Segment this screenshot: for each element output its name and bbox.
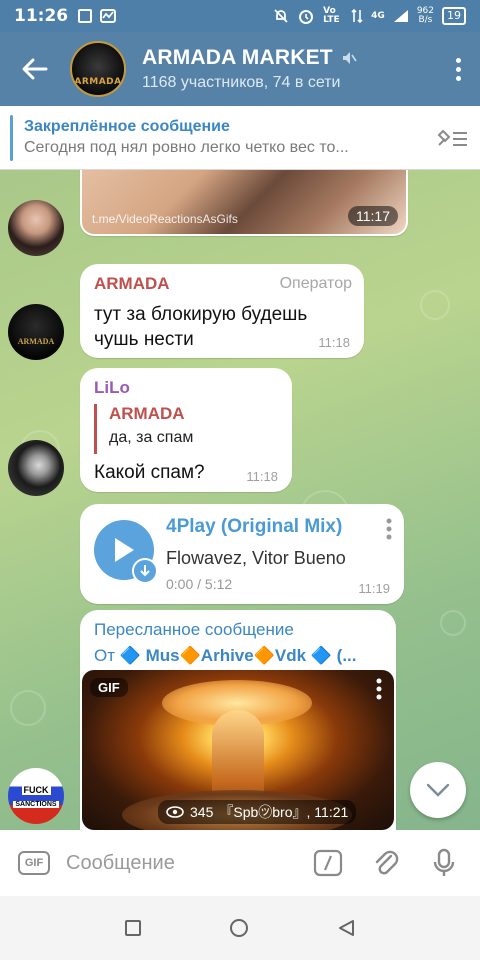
alarm-icon [299, 10, 314, 24]
message-text: тут за блокирую будешь чушь нести [94, 302, 307, 352]
sender-role-badge: Оператор [279, 275, 352, 292]
user-avatar-girl[interactable] [8, 200, 64, 256]
message-time: 11:18 [246, 469, 278, 484]
gif-menu-icon[interactable] [376, 678, 382, 700]
media-source: t.me/VideoReactionsAsGifs [92, 212, 238, 226]
system-nav-bar [0, 896, 480, 960]
armada-avatar-text: ARMADA [17, 337, 55, 346]
gif-badge: GIF [90, 678, 128, 697]
pinned-list-button[interactable] [424, 127, 480, 149]
status-bar: 11:26 Vo LTE 4G 962 B/s 19 [0, 0, 480, 32]
message-time: 11:19 [358, 581, 390, 596]
back-nav-icon[interactable] [337, 919, 355, 937]
download-button[interactable] [132, 558, 158, 584]
network-type: 4G [371, 11, 385, 21]
media-time: 11:17 [348, 206, 398, 226]
audio-menu-icon[interactable] [386, 518, 392, 540]
download-icon [140, 565, 150, 577]
eye-icon [166, 806, 184, 818]
net-speed-unit: B/s [418, 15, 433, 25]
message-text: Какой спам? [94, 462, 205, 483]
view-count: 345 [190, 804, 214, 820]
post-author-time: 『Spb㋡bro』, 11:21 [219, 804, 349, 820]
muted-icon [342, 52, 357, 64]
message-sender: ARMADA [94, 274, 170, 293]
avatar-line2: SANCTIONS [13, 800, 59, 808]
pinned-text: Сегодня под нял ровно легко четко вес то… [24, 139, 349, 156]
message-sender: LiLo [94, 378, 130, 397]
data-arrows-icon [351, 8, 363, 24]
chat-subtitle: 1168 участников, 74 в сети [142, 74, 341, 91]
reply-text: да, за спам [109, 429, 194, 446]
armada-avatar[interactable]: ARMADA [8, 304, 64, 360]
signal-icon [393, 10, 408, 22]
forwarded-from[interactable]: От 🔷 Mus🔶Arhive🔶Vdk 🔷 (... [94, 646, 357, 666]
chat-info[interactable]: ARMADA MARKET 1168 участников, 74 в сети [142, 46, 436, 92]
media-message[interactable]: t.me/VideoReactionsAsGifs 11:17 [80, 170, 408, 236]
more-menu-button[interactable] [436, 32, 480, 106]
home-button[interactable] [229, 919, 248, 937]
avatar-line1: FUCK [21, 784, 51, 795]
message-text-line2: чушь нести [94, 329, 194, 350]
status-time: 11:26 [14, 6, 69, 26]
gif-media[interactable]: GIF 345 『Spb㋡bro』, 11:21 [82, 670, 394, 830]
chat-avatar[interactable]: ARMADA [70, 41, 126, 97]
paperclip-icon [375, 850, 399, 875]
chat-avatar-text: ARMADA [74, 77, 122, 87]
voice-record-button[interactable] [422, 841, 466, 885]
message-time: 11:18 [318, 335, 350, 350]
net-speed: 962 B/s [417, 7, 434, 25]
battery-indicator: 19 [442, 7, 466, 25]
chat-title: ARMADA MARKET [142, 46, 333, 69]
message-input-bar: GIF Сообщение [0, 830, 480, 896]
volte-label: Vo LTE [323, 6, 340, 25]
gif-meta: 345 『Spb㋡bro』, 11:21 [158, 800, 357, 824]
audio-duration: 0:00 / 5:12 [166, 576, 233, 592]
back-button[interactable] [0, 32, 70, 106]
pinned-message[interactable]: Закреплённое сообщение Сегодня под нял р… [0, 106, 480, 170]
slash-command-icon [313, 849, 343, 877]
arrow-left-icon [22, 58, 48, 80]
play-icon [115, 538, 134, 562]
notification-icon [78, 9, 93, 23]
scroll-down-button[interactable] [410, 762, 466, 818]
chevron-down-icon [426, 783, 450, 797]
chat-header: ARMADA ARMADA MARKET 1168 участников, 74… [0, 32, 480, 106]
message-text-line1: тут за блокирую будешь [94, 304, 308, 325]
message-audio[interactable]: 4Play (Original Mix) Flowavez, Vitor Bue… [80, 504, 404, 604]
activity-icon [100, 9, 117, 23]
forwarded-label: Пересланное сообщение [94, 620, 294, 639]
attach-button[interactable] [364, 841, 408, 885]
sanctions-avatar[interactable]: FUCK SANCTIONS [8, 768, 64, 824]
message-armada[interactable]: ARMADA Оператор тут за блокирую будешь ч… [80, 264, 364, 358]
lilo-avatar[interactable] [8, 440, 64, 496]
message-input[interactable]: Сообщение [66, 852, 306, 875]
message-forwarded[interactable]: Пересланное сообщение От 🔷 Mus🔶Arhive🔶Vd… [80, 610, 396, 830]
gif-button[interactable]: GIF [18, 851, 50, 875]
forwarded-from-prefix: От [94, 646, 116, 665]
media-thumbnail[interactable]: t.me/VideoReactionsAsGifs 11:17 [82, 170, 406, 234]
forwarded-from-name: 🔷 Mus🔶Arhive🔶Vdk 🔷 (... [119, 646, 357, 665]
pinned-title: Закреплённое сообщение [24, 118, 230, 135]
pinned-accent-bar [10, 114, 13, 161]
pin-list-icon [437, 129, 467, 146]
reply-sender: ARMADA [109, 404, 185, 423]
chat-area[interactable]: t.me/VideoReactionsAsGifs 11:17 ARMADA A… [0, 170, 480, 830]
message-lilo[interactable]: LiLo ARMADA да, за спам Какой спам? 11:1… [80, 368, 292, 492]
audio-title: 4Play (Original Mix) [166, 516, 343, 537]
recents-button[interactable] [124, 920, 141, 936]
reply-quote[interactable]: ARMADA да, за спам [94, 404, 193, 454]
audio-artist: Flowavez, Vitor Bueno [166, 548, 346, 568]
mute-bell-icon [274, 9, 288, 23]
bot-commands-button[interactable] [306, 841, 350, 885]
microphone-icon [433, 848, 455, 876]
